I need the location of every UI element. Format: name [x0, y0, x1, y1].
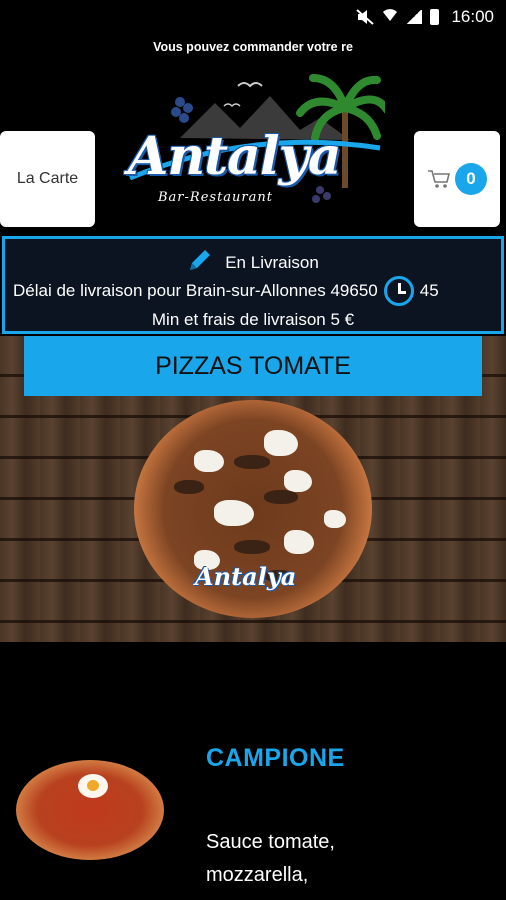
- category-watermark-logo: Antalya: [195, 562, 297, 591]
- delivery-min-fee: Min et frais de livraison 5 €: [151, 310, 355, 329]
- status-bar: 16:00: [0, 0, 506, 34]
- cart-count-badge: 0: [455, 163, 487, 195]
- category-title-button[interactable]: PIZZAS TOMATE: [24, 336, 482, 396]
- delivery-mode-label: En Livraison: [225, 252, 319, 272]
- marquee-announcement: Vous pouvez commander votre re: [153, 40, 353, 54]
- logo-name: Antalya: [128, 126, 342, 187]
- product-description: Sauce tomate, mozzarella,: [206, 831, 335, 886]
- cart-button[interactable]: 0: [414, 131, 500, 227]
- wifi-icon: [382, 7, 398, 28]
- menu-carte-button[interactable]: La Carte: [0, 131, 95, 227]
- restaurant-logo[interactable]: Antalya Bar-Restaurant: [120, 68, 385, 223]
- egg-topping: [78, 774, 108, 798]
- logo-subtitle: Bar-Restaurant: [158, 190, 273, 205]
- delivery-delay-minutes: 45: [419, 281, 439, 300]
- mute-icon: [356, 9, 375, 25]
- status-time: 16:00: [451, 7, 494, 26]
- signal-icon: [406, 10, 423, 24]
- product-name[interactable]: CAMPIONE: [206, 744, 345, 773]
- battery-icon: [430, 9, 440, 25]
- delivery-delay-text: Délai de livraison pour Brain-sur-Allonn…: [13, 281, 378, 300]
- clock-icon: [383, 276, 414, 306]
- shopping-cart-icon: [427, 169, 451, 189]
- product-image[interactable]: [16, 760, 164, 860]
- pencil-icon[interactable]: [187, 247, 213, 278]
- delivery-info-panel[interactable]: En Livraison Délai de livraison pour Bra…: [2, 236, 504, 334]
